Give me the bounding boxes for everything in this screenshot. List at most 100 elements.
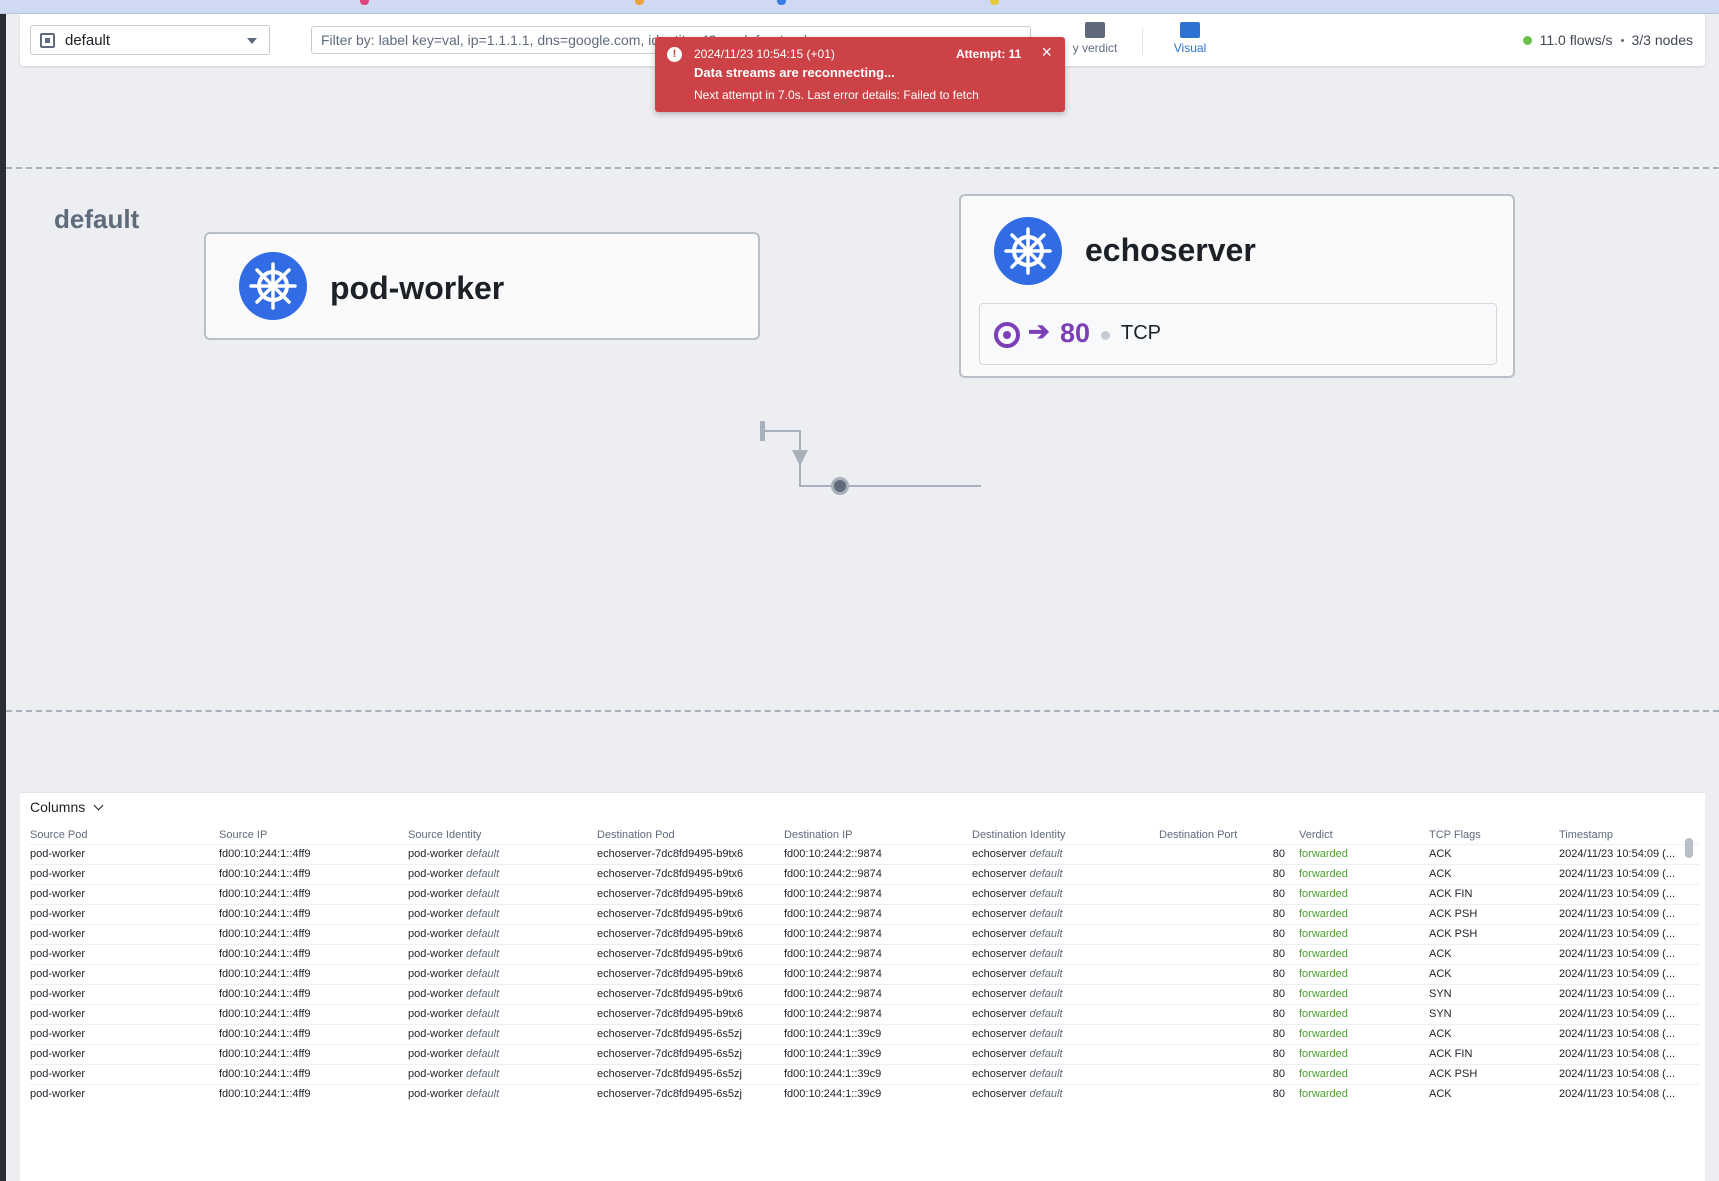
- table-row[interactable]: pod-worker fd00:10:244:1::4ff9 pod-worke…: [30, 923, 1700, 944]
- cell-destination-port: 80: [1159, 1043, 1299, 1064]
- cell-source-pod: pod-worker: [30, 963, 219, 984]
- cell-verdict: forwarded: [1299, 943, 1429, 964]
- service-card-pod-worker[interactable]: pod-worker: [204, 232, 760, 340]
- service-card-echoserver[interactable]: echoserver ➔ 80 TCP: [959, 194, 1515, 378]
- cell-source-pod: pod-worker: [30, 923, 219, 944]
- cell-src-id: pod-worker: [408, 1048, 464, 1060]
- endpoint-port-row[interactable]: ➔ 80 TCP: [979, 303, 1497, 365]
- cell-source-ip: fd00:10:244:1::4ff9: [219, 963, 408, 984]
- table-row[interactable]: pod-worker fd00:10:244:1::4ff9 pod-worke…: [30, 943, 1700, 964]
- cell-source-identity: pod-worker default: [408, 923, 597, 944]
- cell-destination-ip: fd00:10:244:2::9874: [784, 883, 972, 904]
- service-name: pod-worker: [330, 270, 505, 306]
- column-header[interactable]: Destination IP: [784, 826, 972, 844]
- cell-tcp-flags: ACK: [1429, 1083, 1559, 1104]
- table-row[interactable]: pod-worker fd00:10:244:1::4ff9 pod-worke…: [30, 1023, 1700, 1044]
- visual-icon: [1180, 22, 1200, 38]
- table-row[interactable]: pod-worker fd00:10:244:1::4ff9 pod-worke…: [30, 883, 1700, 904]
- cell-timestamp: 2024/11/23 10:54:08 (...: [1559, 1063, 1700, 1084]
- tab-favicon: [360, 0, 369, 5]
- cell-source-ip: fd00:10:244:1::4ff9: [219, 1083, 408, 1104]
- column-header[interactable]: Verdict: [1299, 826, 1429, 844]
- cell-source-identity: pod-worker default: [408, 883, 597, 904]
- cell-source-identity: pod-worker default: [408, 1063, 597, 1084]
- close-icon[interactable]: ×: [1041, 42, 1052, 63]
- cell-verdict: forwarded: [1299, 1003, 1429, 1024]
- cell-source-identity: pod-worker default: [408, 1043, 597, 1064]
- cell-dst-ns: default: [1029, 848, 1063, 860]
- kubernetes-icon: [994, 217, 1062, 285]
- column-header[interactable]: Source IP: [219, 826, 408, 844]
- arrow-right-icon: ➔: [1028, 316, 1050, 346]
- namespace-select-value: default: [65, 31, 111, 49]
- table-row[interactable]: pod-worker fd00:10:244:1::4ff9 pod-worke…: [30, 1083, 1700, 1104]
- toast-title: Data streams are reconnecting...: [694, 65, 895, 80]
- cell-tcp-flags: ACK PSH: [1429, 903, 1559, 924]
- toolbar-divider: [1142, 28, 1143, 54]
- cell-dst-ns: default: [1029, 1048, 1063, 1060]
- table-row[interactable]: pod-worker fd00:10:244:1::4ff9 pod-worke…: [30, 1043, 1700, 1064]
- cell-tcp-flags: ACK: [1429, 943, 1559, 964]
- cell-dst-ns: default: [1029, 1068, 1063, 1080]
- flows-table-body: pod-worker fd00:10:244:1::4ff9 pod-worke…: [30, 843, 1700, 1104]
- table-row[interactable]: pod-worker fd00:10:244:1::4ff9 pod-worke…: [30, 863, 1700, 884]
- cell-timestamp: 2024/11/23 10:54:08 (...: [1559, 1043, 1700, 1064]
- cell-destination-port: 80: [1159, 1083, 1299, 1104]
- cell-source-ip: fd00:10:244:1::4ff9: [219, 903, 408, 924]
- column-header[interactable]: Source Identity: [408, 826, 597, 844]
- cell-src-ns: default: [466, 1088, 500, 1101]
- cell-source-ip: fd00:10:244:1::4ff9: [219, 1043, 408, 1064]
- table-row[interactable]: pod-worker fd00:10:244:1::4ff9 pod-worke…: [30, 983, 1700, 1004]
- cell-destination-port: 80: [1159, 963, 1299, 984]
- table-row[interactable]: pod-worker fd00:10:244:1::4ff9 pod-worke…: [30, 843, 1700, 864]
- cell-src-id: pod-worker: [408, 868, 464, 880]
- cell-source-ip: fd00:10:244:1::4ff9: [219, 863, 408, 884]
- cell-source-identity: pod-worker default: [408, 1003, 597, 1024]
- cell-src-id: pod-worker: [408, 1028, 464, 1040]
- cell-destination-pod: echoserver-7dc8fd9495-6s5zj: [597, 1043, 784, 1064]
- cell-src-id: pod-worker: [408, 988, 464, 1000]
- column-header[interactable]: Destination Pod: [597, 826, 784, 844]
- visual-view-button[interactable]: Visual: [1155, 22, 1225, 62]
- cell-destination-identity: echoserver default: [972, 903, 1159, 924]
- column-header[interactable]: Source Pod: [30, 826, 219, 844]
- cell-verdict: forwarded: [1299, 863, 1429, 884]
- cell-source-identity: pod-worker default: [408, 1083, 597, 1104]
- cell-timestamp: 2024/11/23 10:54:09 (...: [1559, 983, 1700, 1004]
- caret-down-icon: [247, 38, 257, 44]
- cell-destination-identity: echoserver default: [972, 1023, 1159, 1044]
- cell-source-identity: pod-worker default: [408, 863, 597, 884]
- table-scrollbar[interactable]: [1685, 838, 1693, 858]
- separator-dot: [1620, 38, 1624, 42]
- table-row[interactable]: pod-worker fd00:10:244:1::4ff9 pod-worke…: [30, 903, 1700, 924]
- cell-timestamp: 2024/11/23 10:54:09 (...: [1559, 923, 1700, 944]
- column-header[interactable]: Destination Identity: [972, 826, 1159, 844]
- cell-destination-port: 80: [1159, 923, 1299, 944]
- cell-verdict: forwarded: [1299, 843, 1429, 864]
- cell-src-ns: default: [466, 908, 500, 920]
- cell-src-id: pod-worker: [408, 968, 464, 980]
- cell-dst-id: echoserver: [972, 1088, 1027, 1101]
- cell-source-pod: pod-worker: [30, 863, 219, 884]
- cell-destination-pod: echoserver-7dc8fd9495-b9tx6: [597, 1003, 784, 1024]
- cell-dst-id: echoserver: [972, 948, 1027, 960]
- table-row[interactable]: pod-worker fd00:10:244:1::4ff9 pod-worke…: [30, 963, 1700, 984]
- column-header[interactable]: Destination Port: [1159, 826, 1299, 844]
- cell-destination-port: 80: [1159, 983, 1299, 1004]
- cell-destination-identity: echoserver default: [972, 883, 1159, 904]
- namespace-select[interactable]: default: [30, 25, 270, 55]
- cell-destination-pod: echoserver-7dc8fd9495-b9tx6: [597, 983, 784, 1004]
- error-icon: !: [667, 47, 682, 62]
- cell-timestamp: 2024/11/23 10:54:09 (...: [1559, 963, 1700, 984]
- table-row[interactable]: pod-worker fd00:10:244:1::4ff9 pod-worke…: [30, 1003, 1700, 1024]
- cell-dst-ns: default: [1029, 928, 1063, 940]
- table-row[interactable]: pod-worker fd00:10:244:1::4ff9 pod-worke…: [30, 1063, 1700, 1084]
- cell-destination-ip: fd00:10:244:1::39c9: [784, 1043, 972, 1064]
- cell-destination-identity: echoserver default: [972, 943, 1159, 964]
- columns-button[interactable]: Columns: [30, 799, 104, 815]
- cell-destination-pod: echoserver-7dc8fd9495-b9tx6: [597, 903, 784, 924]
- column-header[interactable]: TCP Flags: [1429, 826, 1559, 844]
- column-header[interactable]: Timestamp: [1559, 826, 1700, 844]
- cell-destination-port: 80: [1159, 1003, 1299, 1024]
- cell-src-ns: default: [466, 968, 500, 980]
